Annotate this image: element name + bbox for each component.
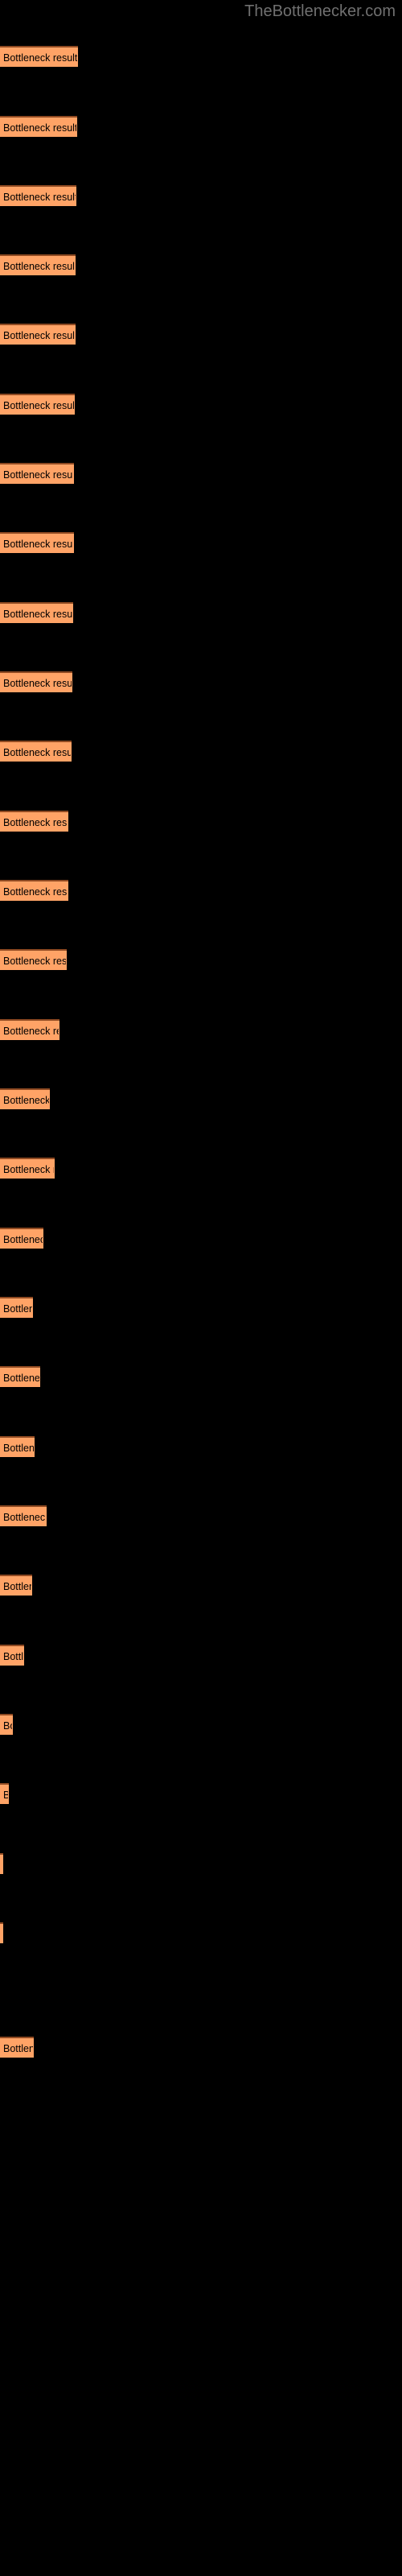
bar-label: Bottleneck result [3,1373,39,1384]
bar-label: Bottleneck result [3,886,68,898]
bar-rect[interactable]: Bottleneck result [0,1922,3,1943]
bar-rect[interactable]: Bottleneck result [0,949,67,970]
bar-rect[interactable]: Bottleneck result [0,1228,43,1249]
bar-rect[interactable]: Bottleneck result [0,1505,47,1526]
bar-label: Bottleneck result [3,2043,33,2054]
bar-label: Bottleneck result [3,609,72,620]
bar-label: Bottleneck result [3,1651,23,1662]
bar-label: Bottleneck result [3,1443,34,1454]
bar-label: Bottleneck result [3,1164,54,1175]
bar-rect[interactable]: Bottleneck result [0,1853,3,1874]
bar-label: Bottleneck result [3,539,73,550]
bar-rect[interactable]: Bottleneck result [0,1158,55,1179]
bar-rect[interactable]: Bottleneck result [0,1783,9,1804]
bar-label: Bottleneck result [3,400,74,411]
bar-label: Bottleneck result [3,1720,12,1732]
bar-rect[interactable]: Bottleneck result [0,1714,13,1735]
bar-series-layer: Bottleneck result Bottleneck result Bottle… [0,0,402,2576]
bar-rect[interactable]: Bottleneck result [0,741,72,762]
bar-rect[interactable]: Bottleneck result [0,1366,40,1387]
bar-rect[interactable]: Bottleneck result [0,671,72,692]
bar-label: Bottleneck result [3,956,66,967]
bar-label: Bottleneck result [3,1581,31,1592]
bar-rect[interactable]: Bottleneck result [0,532,74,553]
bar-rect[interactable]: Bottleneck result [0,394,75,415]
bar-rect[interactable]: Bottleneck result [0,324,76,345]
bar-label: Bottleneck result [3,1234,43,1245]
bar-label: Bottleneck result [3,1095,49,1106]
bar-rect[interactable]: Bottleneck result [0,1297,33,1318]
bar-rect[interactable]: Bottleneck result [0,811,68,832]
bar-label: Bottleneck result [3,1512,46,1523]
bottleneck-bar-chart: TheBottlenecker.com Bottleneck result Bot… [0,0,402,2576]
bar-label: Bottleneck result [3,678,72,689]
bar-rect[interactable]: Bottleneck result [0,880,68,901]
bar-rect[interactable]: Bottleneck result [0,602,73,623]
bar-rect[interactable]: Bottleneck result [0,1575,32,1596]
bar-rect[interactable]: Bottleneck result [0,116,77,137]
bar-label: Bottleneck result [3,192,76,203]
bar-rect[interactable]: Bottleneck result [0,2037,34,2058]
bar-label: Bottleneck result [3,122,76,134]
bar-rect[interactable]: Bottleneck result [0,1088,50,1109]
bar-label: Bottleneck result [3,817,68,828]
bar-rect[interactable]: Bottleneck result [0,1645,24,1666]
bar-label: Bottleneck result [3,1026,59,1037]
bar-rect[interactable]: Bottleneck result [0,185,76,206]
bar-rect[interactable]: Bottleneck result [0,1436,35,1457]
bar-label: Bottleneck result [3,52,77,64]
bar-rect[interactable]: Bottleneck result [0,254,76,275]
bar-rect[interactable]: Bottleneck result [0,1019,59,1040]
bar-label: Bottleneck result [3,1790,8,1801]
bar-label: Bottleneck result [3,261,75,272]
bar-rect[interactable]: Bottleneck result [0,46,78,67]
bar-label: Bottleneck result [3,330,75,341]
bar-rect[interactable]: Bottleneck result [0,463,74,484]
bar-label: Bottleneck result [3,469,73,481]
bar-label: Bottleneck result [3,747,71,758]
bar-label: Bottleneck result [3,1303,32,1315]
